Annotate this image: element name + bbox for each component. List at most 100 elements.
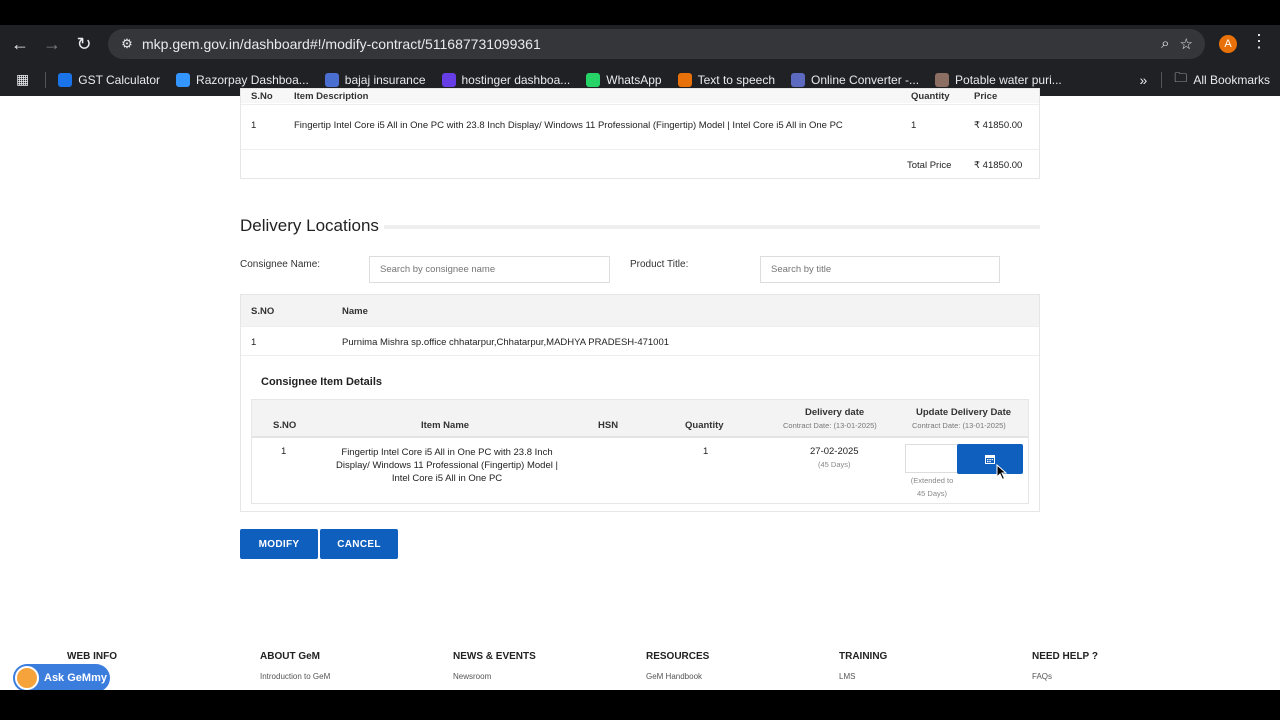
total-label: Total Price — [907, 160, 952, 171]
product-search-input[interactable] — [760, 256, 1000, 283]
address-bar[interactable]: ⚙ mkp.gem.gov.in/dashboard#!/modify-cont… — [108, 29, 1205, 59]
whatsapp-icon — [586, 72, 601, 87]
row-sno: 1 — [281, 446, 287, 457]
bookmark-label: bajaj insurance — [344, 72, 426, 87]
hostinger-icon — [441, 72, 456, 87]
bookmark-item[interactable]: Text to speech — [677, 72, 775, 87]
bookmark-item[interactable]: hostinger dashboa... — [441, 72, 571, 87]
bookmark-item[interactable]: WhatsApp — [586, 72, 662, 87]
consignee-item-details-title: Consignee Item Details — [261, 376, 383, 388]
back-icon[interactable]: ← — [4, 28, 36, 60]
more-bookmarks-icon[interactable]: » — [1140, 72, 1148, 88]
section-divider — [384, 225, 1040, 229]
water-icon — [935, 72, 950, 87]
zoom-search-icon[interactable]: ⌕ — [1161, 35, 1169, 53]
bookmarks-divider — [45, 71, 47, 88]
footer-link[interactable]: GeM Handbook — [646, 672, 716, 681]
ask-gemmy-label: Ask GeMmy — [44, 672, 107, 684]
all-bookmarks-button[interactable]: 🗀 All Bookmarks — [1174, 69, 1270, 91]
footer-heading: ABOUT GeM — [260, 651, 320, 662]
total-row: Total Price ₹ 41850.00 — [241, 149, 1039, 179]
col-sno: S.NO — [273, 420, 297, 431]
razorpay-icon — [176, 72, 191, 87]
consignee-name-label: Consignee Name: — [240, 259, 321, 270]
col-sno: S.No — [251, 91, 273, 102]
forward-icon[interactable]: → — [36, 28, 68, 60]
tts-icon — [677, 72, 692, 87]
footer-heading: RESOURCES — [646, 651, 710, 662]
order-items-table: S.No Item Description Quantity Price 1 F… — [240, 88, 1040, 179]
bookmark-label: Online Converter -... — [811, 72, 920, 87]
footer-link[interactable]: Introduction to GeM — [260, 672, 330, 681]
bajaj-icon — [324, 72, 339, 87]
bookmark-label: hostinger dashboa... — [461, 72, 571, 87]
footer-link[interactable]: LMS — [839, 672, 902, 681]
col-item-name: Item Name — [421, 420, 470, 431]
reload-icon[interactable]: ↻ — [68, 28, 100, 60]
browser-window: ← → ↻ ⚙ mkp.gem.gov.in/dashboard#!/modif… — [0, 25, 1280, 690]
page-content: S.No Item Description Quantity Price 1 F… — [0, 88, 1280, 690]
row-delivery-date: 27-02-2025 — [810, 446, 859, 457]
col-name: Name — [342, 306, 368, 317]
gst-icon — [58, 72, 73, 87]
delivery-locations-title: Delivery Locations — [240, 216, 379, 235]
footer-link[interactable]: FAQs — [1032, 672, 1098, 681]
col-delivery-date: Delivery date — [805, 407, 865, 418]
bookmark-item[interactable]: Razorpay Dashboa... — [176, 72, 309, 87]
footer-link[interactable]: Newsroom — [453, 672, 536, 681]
table-row[interactable]: 1 Purnima Mishra sp.office chhatarpur,Ch… — [241, 326, 1039, 356]
bookmark-label: Text to speech — [697, 72, 775, 87]
profile-avatar[interactable]: A — [1219, 35, 1237, 53]
col-sno: S.NO — [251, 306, 275, 317]
bookmark-item[interactable]: GST Calculator — [58, 72, 160, 87]
footer-heading: NEED HELP ? — [1032, 651, 1098, 662]
footer-column: ABOUT GeMIntroduction to GeMStatisticsRi… — [260, 651, 330, 690]
col-hsn: HSN — [598, 420, 619, 431]
bookmarks-divider — [1161, 71, 1163, 88]
col-description: Item Description — [294, 91, 369, 102]
gemmy-avatar-icon — [15, 666, 39, 690]
footer-heading: WEB INFO — [67, 651, 117, 662]
bookmark-label: Razorpay Dashboa... — [196, 72, 309, 87]
apps-grid-icon[interactable]: ▦ — [16, 71, 29, 88]
col-update-delivery-date: Update Delivery Date — [916, 407, 1012, 418]
table-header — [252, 400, 1028, 438]
modify-button[interactable]: MODIFY — [240, 529, 318, 559]
row-sno: 1 — [251, 337, 257, 348]
mouse-cursor-icon — [996, 464, 1008, 481]
bookmark-item[interactable]: Potable water puri... — [935, 72, 1062, 87]
total-value: ₹ 41850.00 — [974, 160, 1023, 171]
row-description: Fingertip Intel Core i5 All in One PC wi… — [294, 120, 843, 131]
bookmark-item[interactable]: Online Converter -... — [791, 72, 920, 87]
browser-toolbar: ← → ↻ ⚙ mkp.gem.gov.in/dashboard#!/modif… — [0, 25, 1280, 63]
footer-column: NEWS & EVENTSNewsroomGalleryNotification… — [453, 651, 536, 690]
col-price: Price — [974, 91, 998, 102]
footer-heading: NEWS & EVENTS — [453, 651, 536, 662]
converter-icon — [791, 72, 805, 87]
folder-icon: 🗀 — [1174, 69, 1188, 85]
cancel-button[interactable]: CANCEL — [320, 529, 398, 559]
url-text[interactable]: mkp.gem.gov.in/dashboard#!/modify-contra… — [142, 36, 541, 52]
update-contract-date: Contract Date: (13-01-2025) — [912, 421, 1006, 430]
bookmark-item[interactable]: bajaj insurance — [324, 72, 426, 87]
consignee-items-table: S.NO Item Name HSN Quantity Delivery dat… — [251, 399, 1029, 504]
all-bookmarks-label: All Bookmarks — [1193, 72, 1270, 87]
row-price: ₹ 41850.00 — [974, 120, 1023, 131]
calendar-icon — [985, 455, 995, 464]
calendar-button[interactable] — [957, 444, 1023, 474]
row-sno: 1 — [251, 120, 257, 131]
row-consignee-name: Purnima Mishra sp.office chhatarpur,Chha… — [342, 337, 670, 348]
table-row: 1 Fingertip Intel Core i5 All in One PC … — [241, 104, 1039, 148]
browser-menu-icon[interactable]: ⋮ — [1250, 31, 1268, 52]
bookmark-star-icon[interactable]: ☆ — [1180, 35, 1193, 53]
consignee-search-input[interactable] — [369, 256, 610, 283]
delivery-table: S.NO Name 1 Purnima Mishra sp.office chh… — [240, 294, 1040, 512]
row-item-name: Fingertip Intel Core i5 All in One PC wi… — [336, 447, 558, 484]
bookmark-label: Potable water puri... — [955, 72, 1062, 87]
update-delivery-date-input[interactable] — [905, 444, 958, 473]
footer-heading: TRAINING — [839, 651, 888, 662]
col-quantity: Quantity — [685, 420, 724, 431]
site-settings-icon[interactable]: ⚙ — [112, 36, 142, 52]
ask-gemmy-button[interactable]: Ask GeMmy — [13, 664, 110, 690]
delivery-contract-date: Contract Date: (13-01-2025) — [783, 421, 877, 430]
